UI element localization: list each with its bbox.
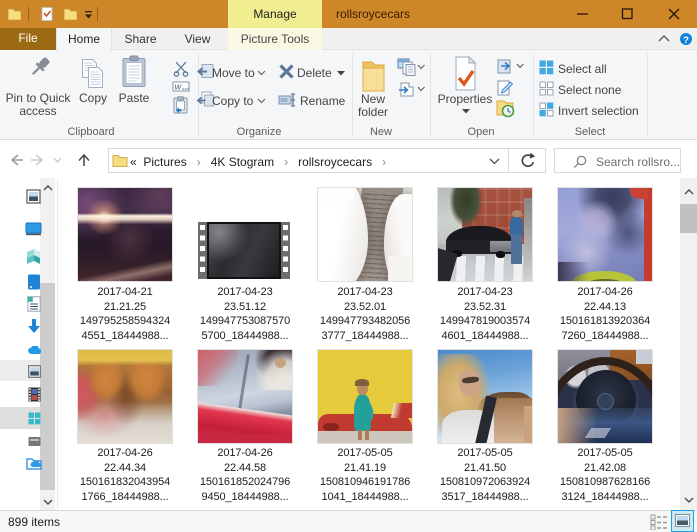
svg-text:?: ? bbox=[683, 35, 689, 46]
